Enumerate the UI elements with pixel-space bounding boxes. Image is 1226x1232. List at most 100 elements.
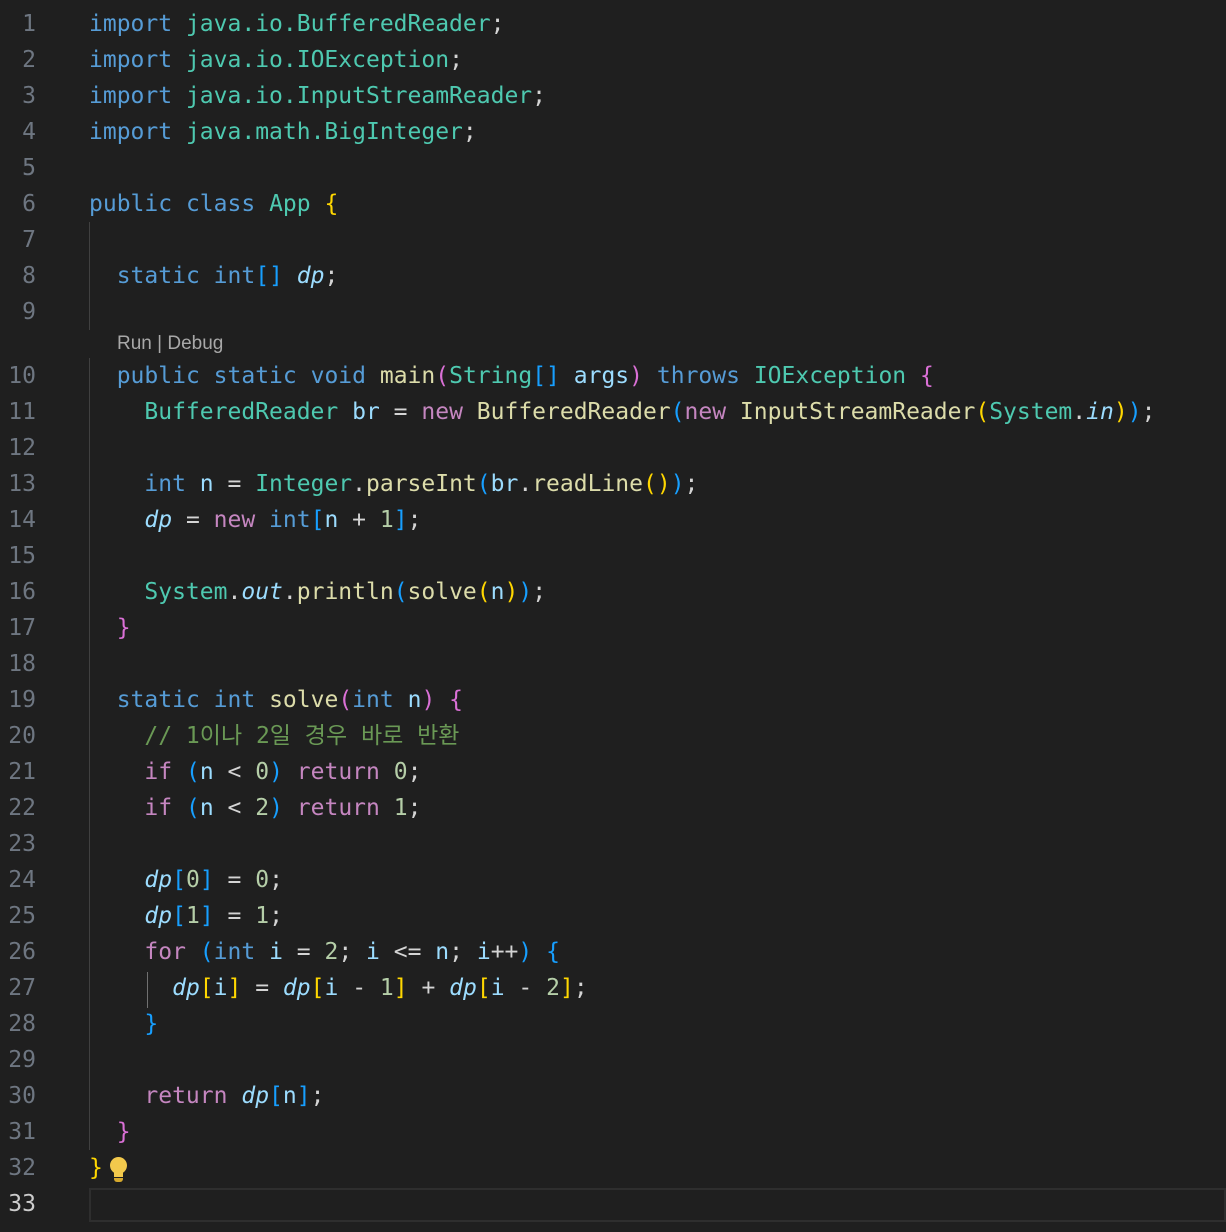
code-token: - [338,975,380,1001]
debug-codelens-link[interactable]: Debug [167,333,223,354]
line-number: 18 [8,651,36,677]
code-token: [] [255,263,283,289]
code-token: dp [241,1083,270,1109]
code-line[interactable]: 6 public class App { [0,186,1226,222]
code-token: // 1이나 2일 경우 바로 반환 [144,723,460,749]
code-text: return dp[n]; [89,1078,324,1114]
code-token: = [213,903,256,929]
code-line[interactable]: 1 import java.io.BufferedReader; [0,6,1226,42]
code-line[interactable]: 10 public static void main(String[] args… [0,358,1226,394]
code-token: if [144,759,173,785]
code-line[interactable]: 7 [0,222,1226,258]
code-token: ; [462,119,477,145]
run-codelens-link[interactable]: Run [117,333,152,354]
code-line[interactable]: 21 if (n < 0) return 0; [0,754,1226,790]
code-line[interactable]: 4 import java.math.BigInteger; [0,114,1226,150]
code-token: ; [338,939,367,965]
code-line[interactable]: 29 [0,1042,1226,1078]
code-line[interactable]: 8 static int[] dp; [0,258,1226,294]
code-token: i [490,975,505,1001]
code-text: dp[0] = 0; [89,862,283,898]
code-token: ( [393,579,408,605]
code-token: int [144,471,186,497]
code-token: System [989,399,1073,425]
code-line[interactable]: 32} [0,1150,1226,1186]
code-line[interactable]: 16 System.out.println(solve(n)); [0,574,1226,610]
code-line[interactable]: 33 [0,1186,1226,1222]
code-line[interactable]: 27 dp[i] = dp[i - 1] + dp[i - 2]; [0,970,1226,1006]
code-token: BufferedReader [144,399,339,425]
code-token: () [642,471,671,497]
code-line[interactable]: 9 [0,294,1226,330]
code-line[interactable]: 19 static int solve(int n) { [0,682,1226,718]
code-token: for [144,939,186,965]
code-token: return [296,795,380,821]
code-line[interactable]: 12 [0,430,1226,466]
code-line[interactable]: 28 } [0,1006,1226,1042]
code-line[interactable]: 3 import java.io.InputStreamReader; [0,78,1226,114]
code-line[interactable]: 11 BufferedReader br = new BufferedReade… [0,394,1226,430]
code-token: 2 [255,795,270,821]
code-token: ; [532,579,547,605]
code-token: . [1072,399,1087,425]
code-line[interactable]: 24 dp[0] = 0; [0,862,1226,898]
code-token: n [324,507,339,533]
code-token: ) [629,363,644,389]
code-token: new [421,399,463,425]
code-text: BufferedReader br = new BufferedReader(n… [89,394,1155,430]
code-token: ( [476,471,491,497]
line-number: 5 [22,155,36,181]
code-token: ; [684,471,699,497]
line-number: 20 [8,723,36,749]
code-token: ; [324,263,339,289]
code-token: ) [1113,399,1128,425]
code-token: new [213,507,256,533]
code-token: ] [199,903,214,929]
line-number: 21 [8,759,36,785]
code-line[interactable]: 20 // 1이나 2일 경우 바로 반환 [0,718,1226,754]
code-token: ; [573,975,588,1001]
code-token: i [476,939,491,965]
code-token: { [920,363,934,389]
code-editor[interactable]: Run | Debug 1 import java.io.BufferedRead… [0,0,1226,1232]
code-line[interactable]: 23 [0,826,1226,862]
code-line[interactable]: 2 import java.io.IOException; [0,42,1226,78]
lightbulb-icon[interactable] [107,1154,129,1184]
code-line[interactable]: 31 } [0,1114,1226,1150]
code-line[interactable]: 17 } [0,610,1226,646]
code-line[interactable]: 22 if (n < 2) return 1; [0,790,1226,826]
code-text: if (n < 0) return 0; [89,754,421,790]
code-line[interactable]: 25 dp[1] = 1; [0,898,1226,934]
code-line[interactable]: 26 for (int i = 2; i <= n; i++) { [0,934,1226,970]
code-token: ( [185,795,200,821]
code-line[interactable]: 18 [0,646,1226,682]
code-text: import java.io.InputStreamReader; [89,78,546,114]
code-token: Integer [255,471,353,497]
code-line[interactable]: 15 [0,538,1226,574]
code-line[interactable]: 13 int n = Integer.parseInt(br.readLine(… [0,466,1226,502]
line-number: 30 [8,1083,36,1109]
code-token: i [269,939,283,965]
code-token: ) [421,687,436,713]
line-number: 16 [8,579,36,605]
code-line[interactable]: 5 [0,150,1226,186]
code-line[interactable]: 14 dp = new int[n + 1]; [0,502,1226,538]
code-text: dp[1] = 1; [89,898,283,934]
code-line[interactable]: 30 return dp[n]; [0,1078,1226,1114]
code-token: ( [185,759,200,785]
